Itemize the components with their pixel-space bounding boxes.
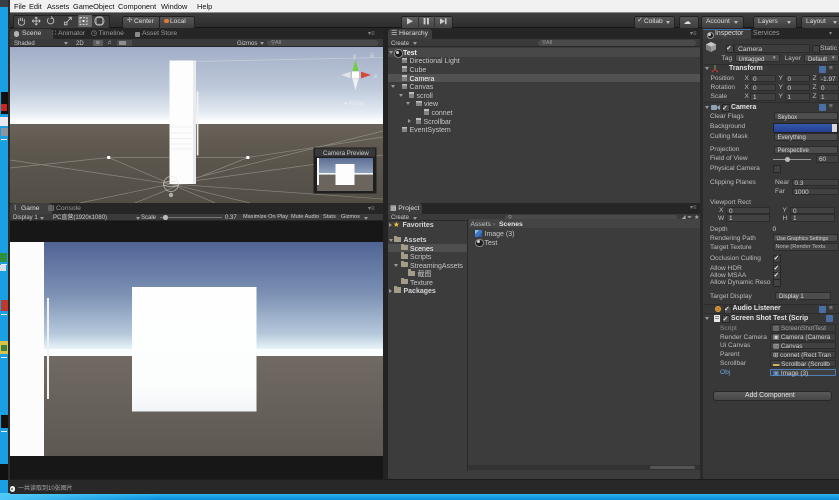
svg-text:Camera Preview: Camera Preview [323,150,369,157]
svg-text:◂ Persp: ◂ Persp [344,101,365,107]
